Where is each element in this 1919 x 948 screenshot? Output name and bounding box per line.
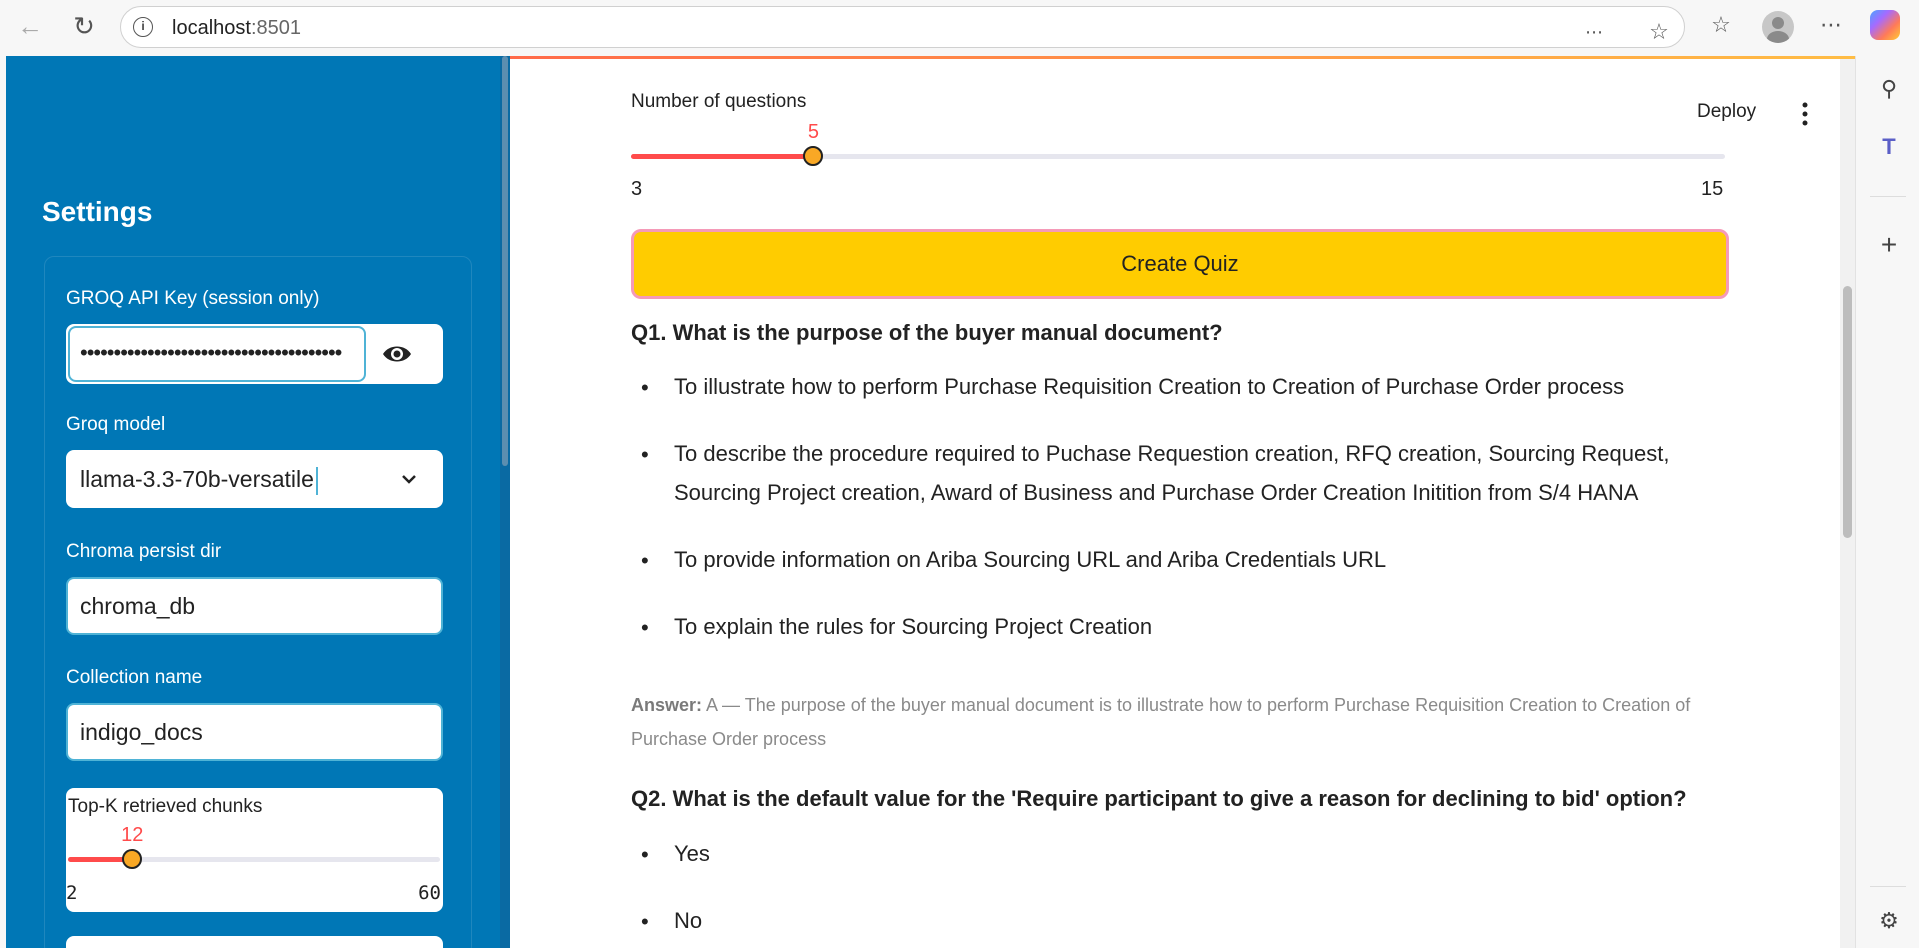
url-text[interactable]: localhost:8501: [172, 17, 301, 40]
option-text: To describe the procedure required to Pu…: [674, 441, 1670, 505]
search-icon[interactable]: ⚲: [1876, 76, 1902, 102]
option-text: Yes: [674, 841, 710, 866]
model-select[interactable]: llama-3.3-70b-versatile: [66, 450, 443, 508]
model-selected-value: llama-3.3-70b-versatile: [80, 466, 314, 492]
main-content: Deploy Number of questions 5 3 15 Create…: [510, 59, 1855, 948]
sidebar-title: Settings: [42, 196, 153, 227]
option-text: To illustrate how to perform Purchase Re…: [674, 374, 1625, 399]
api-key-input[interactable]: •••••••••••••••••••••••••••••••••••••••: [68, 326, 366, 382]
num-questions-slider-thumb[interactable]: [803, 146, 824, 166]
site-info-icon[interactable]: i: [133, 17, 153, 37]
bullet: •: [641, 842, 649, 867]
chevron-down-icon: [402, 475, 416, 484]
answer-body: A — The purpose of the buyer manual docu…: [631, 695, 1691, 749]
favorites-icon[interactable]: ☆: [1708, 12, 1734, 38]
main-menu-icon[interactable]: [1797, 101, 1813, 127]
main-scrollbar[interactable]: [1840, 59, 1855, 948]
option-text: No: [674, 908, 703, 933]
topk-slider-thumb[interactable]: [122, 849, 143, 869]
teams-icon[interactable]: T: [1876, 134, 1902, 160]
sidebar-scroll-thumb[interactable]: [502, 56, 508, 466]
profile-avatar[interactable]: [1762, 11, 1794, 43]
create-quiz-button[interactable]: Create Quiz: [631, 229, 1729, 299]
back-icon[interactable]: ←: [16, 12, 44, 40]
num-questions-min: 3: [631, 178, 643, 200]
copilot-icon[interactable]: [1870, 10, 1900, 40]
browser-toolbar: ← ↻ i localhost:8501 ⋯ ☆ ☆ ⋯: [0, 0, 1919, 56]
option-text: To provide information on Ariba Sourcing…: [674, 547, 1387, 572]
num-questions-slider-track[interactable]: [631, 154, 1725, 159]
bullet: •: [641, 442, 649, 467]
bullet: •: [641, 375, 649, 400]
api-key-label: GROQ API Key (session only): [66, 288, 320, 309]
num-questions-value: 5: [807, 121, 819, 143]
chroma-dir-label: Chroma persist dir: [66, 541, 222, 562]
option-text: To explain the rules for Sourcing Projec…: [674, 614, 1153, 639]
browser-sidebar: ⚲ T + ⚙: [1855, 56, 1919, 948]
next-field: [66, 936, 443, 948]
address-bar[interactable]: i localhost:8501 ⋯ ☆: [120, 6, 1685, 48]
settings-more-icon[interactable]: ⋯: [1818, 12, 1844, 38]
collection-name-label: Collection name: [66, 667, 203, 688]
topk-slider-box: Top-K retrieved chunks 12 2 60: [66, 788, 443, 912]
main-scroll-thumb[interactable]: [1843, 286, 1852, 538]
bullet: •: [641, 615, 649, 640]
num-questions-label: Number of questions: [631, 91, 807, 112]
sidebar: Settings GROQ API Key (session only) •••…: [6, 56, 510, 948]
answer-label: Answer:: [631, 695, 703, 715]
question-title: Q1. What is the purpose of the buyer man…: [631, 320, 1223, 345]
chroma-dir-input[interactable]: chroma_db: [66, 577, 443, 635]
topk-label: Top-K retrieved chunks: [68, 796, 263, 817]
favorite-star-icon[interactable]: ☆: [1646, 19, 1672, 45]
collection-name-input[interactable]: indigo_docs: [66, 703, 443, 761]
divider: [1870, 196, 1906, 197]
topk-min: 2: [66, 882, 78, 904]
question-title: Q2. What is the default value for the 'R…: [631, 786, 1687, 811]
deploy-button[interactable]: Deploy: [1697, 101, 1756, 123]
topk-max: 60: [418, 882, 441, 904]
divider: [1870, 886, 1906, 887]
streamlit-app: Settings GROQ API Key (session only) •••…: [6, 56, 1855, 948]
sidebar-scrollbar[interactable]: [500, 56, 510, 948]
api-key-field: •••••••••••••••••••••••••••••••••••••••: [66, 324, 443, 384]
eye-icon[interactable]: [381, 339, 413, 369]
refresh-icon[interactable]: ↻: [70, 12, 98, 40]
num-questions-max: 15: [1701, 178, 1724, 200]
bullet: •: [641, 548, 649, 573]
num-questions-slider-fill: [631, 154, 814, 159]
bullet: •: [641, 909, 649, 934]
text-cursor: [315, 466, 318, 495]
more-page-actions-icon[interactable]: ⋯: [1581, 19, 1607, 45]
add-icon[interactable]: +: [1876, 231, 1902, 259]
answer-text: Answer: A — The purpose of the buyer man…: [631, 688, 1721, 756]
topk-value: 12: [121, 824, 144, 846]
gear-icon[interactable]: ⚙: [1876, 908, 1902, 934]
model-label: Groq model: [66, 414, 166, 435]
